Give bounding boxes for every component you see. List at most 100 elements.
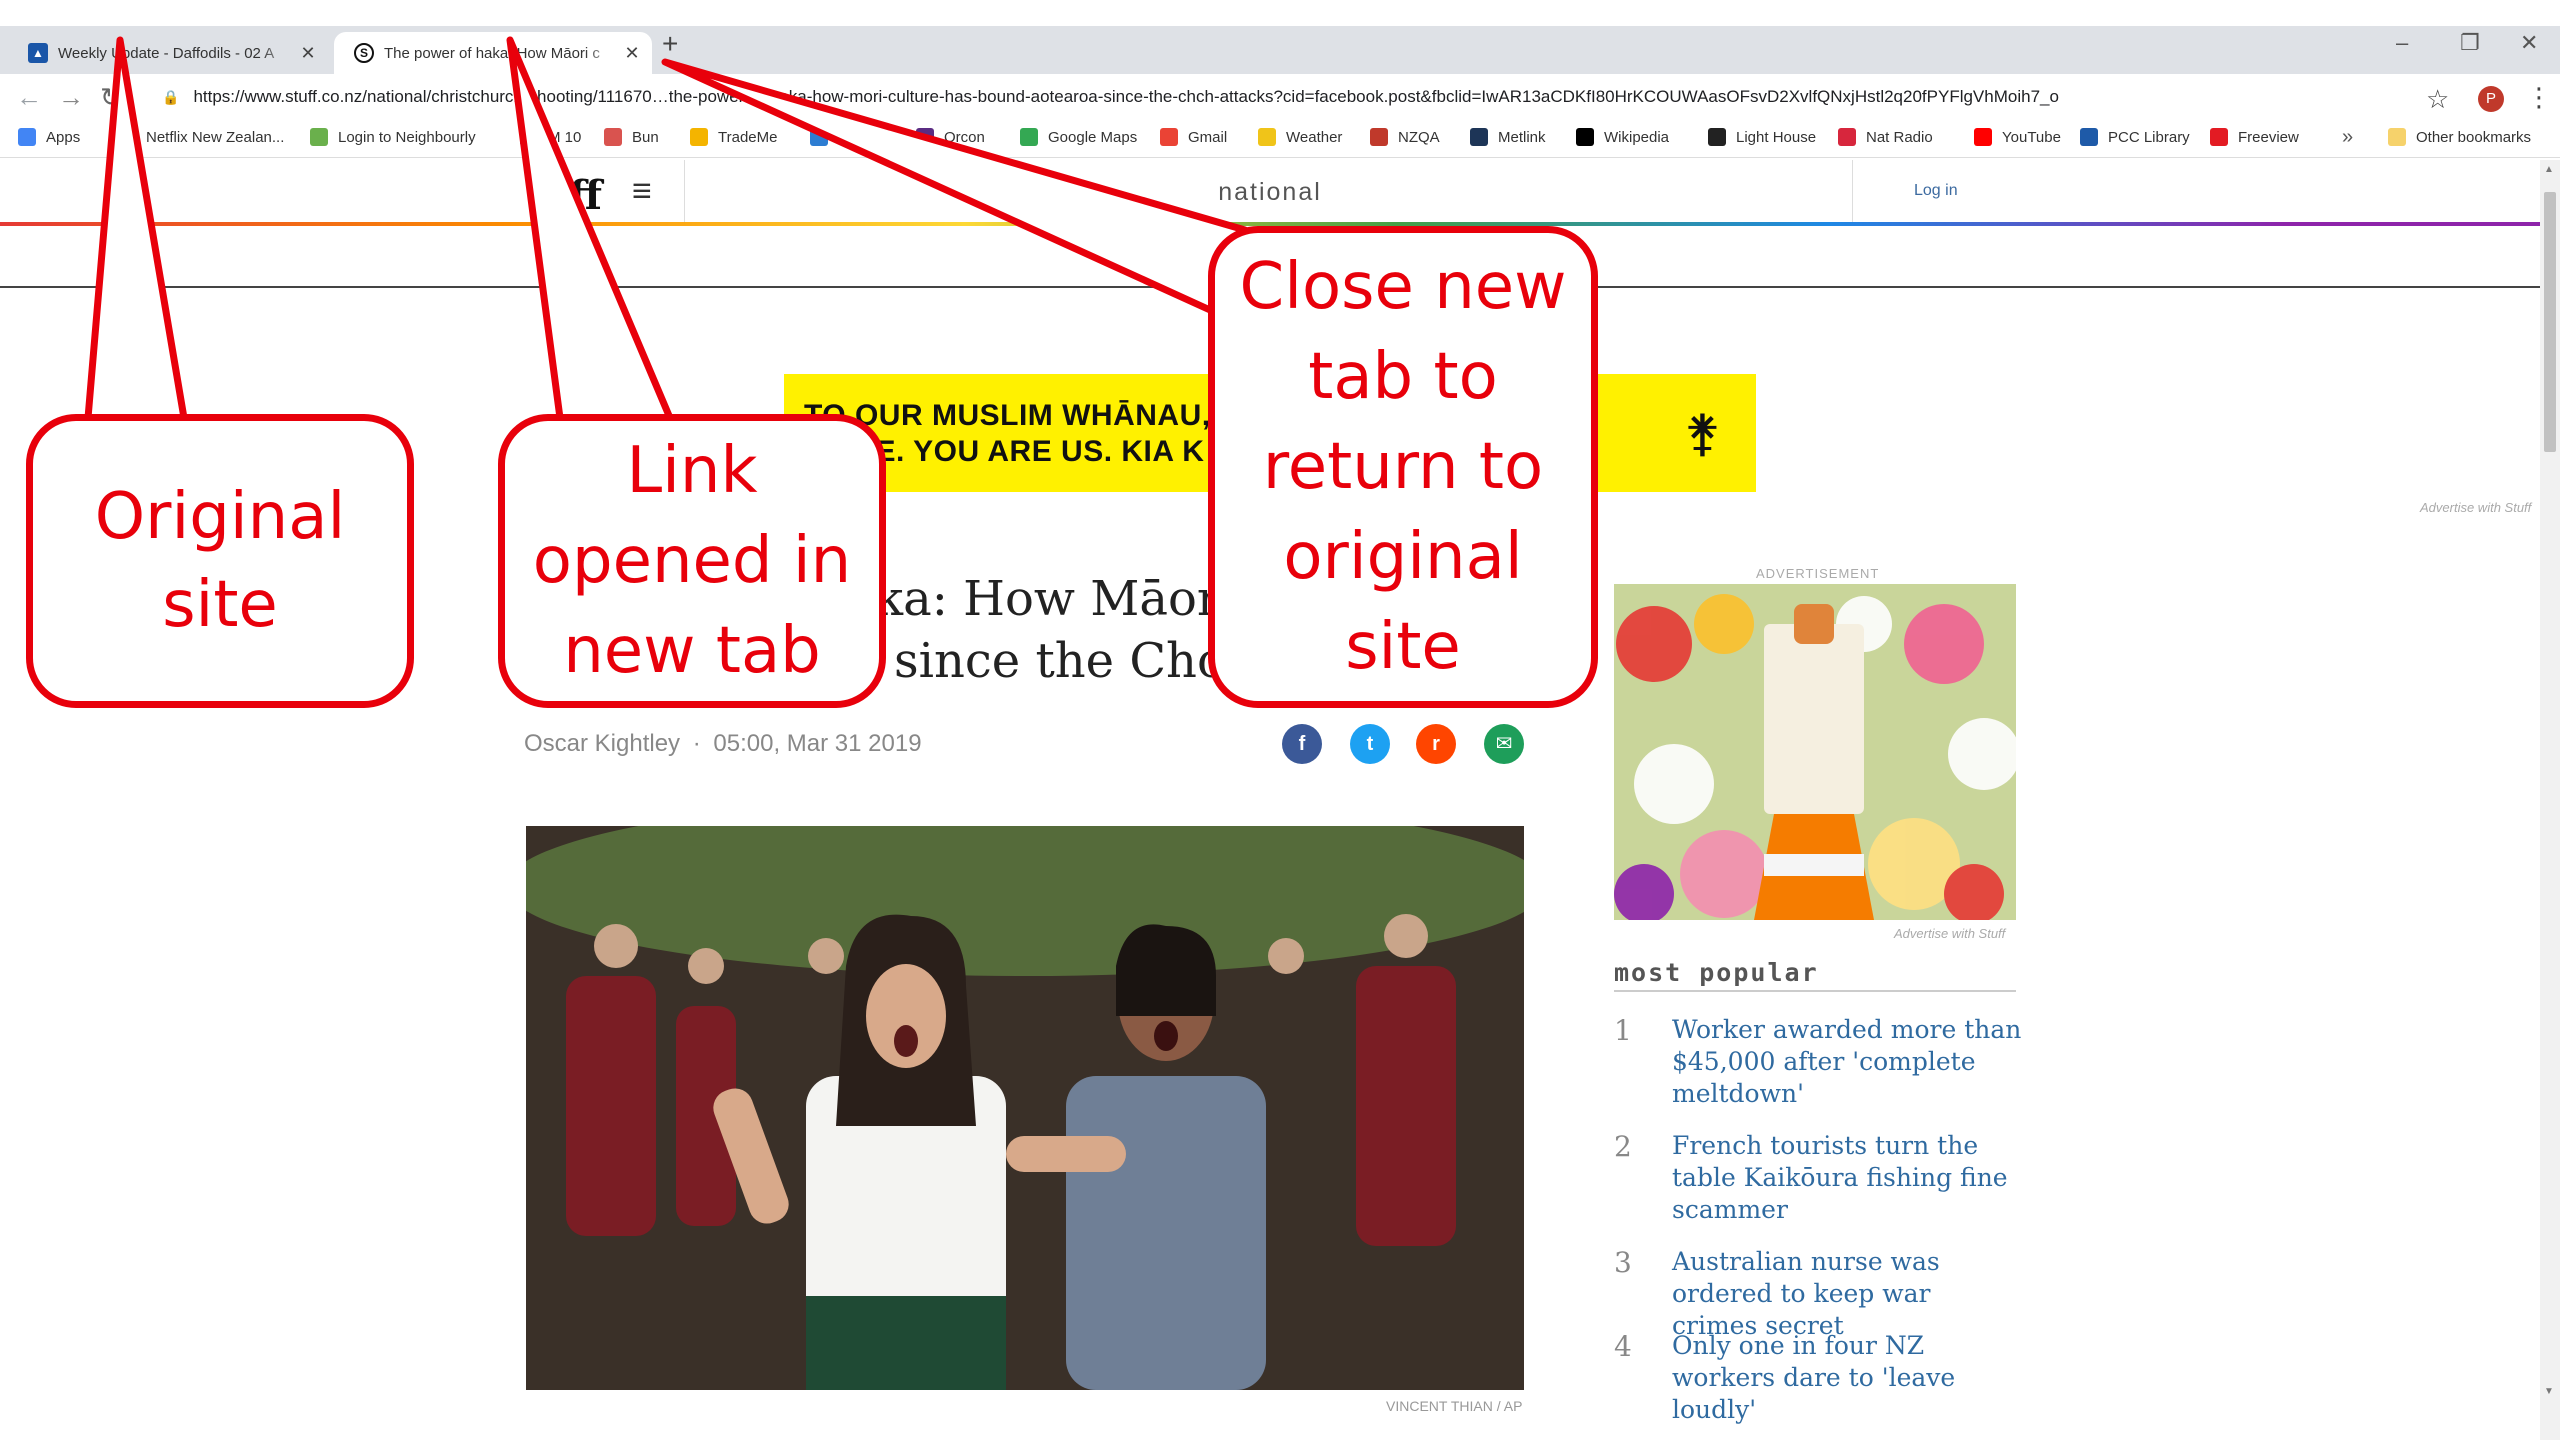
facebook-share-icon[interactable]: f xyxy=(1282,724,1322,764)
rank-number: 4 xyxy=(1614,1330,1632,1363)
bookmark-item[interactable]: Bun xyxy=(604,128,659,146)
haka-photo xyxy=(526,826,1524,1390)
bookmark-item[interactable]: PriceSpy xyxy=(810,128,898,146)
bookmark-label: Weather xyxy=(1286,128,1343,146)
close-window-button[interactable]: ✕ xyxy=(2520,30,2538,56)
rank-number: 2 xyxy=(1614,1130,1632,1163)
lock-icon: 🔒 xyxy=(162,88,180,105)
close-tab-icon[interactable]: ✕ xyxy=(296,43,320,64)
bookmark-item[interactable]: PCC Library xyxy=(2080,128,2190,146)
login-link[interactable]: Log in xyxy=(1914,182,1958,200)
bookmark-item[interactable]: Google Maps xyxy=(1020,128,1137,146)
bookmark-item[interactable]: M 10 xyxy=(520,128,581,146)
bookmark-label: Orcon xyxy=(944,128,985,146)
other-bookmarks[interactable]: Other bookmarks xyxy=(2388,128,2531,146)
bookmark-label: TradeMe xyxy=(718,128,778,146)
browser-toolbar: ← → ↻ 🔒 https://www.stuff.co.nz/national… xyxy=(0,74,2560,120)
folder-icon xyxy=(2388,128,2406,146)
bookmark-item[interactable]: Metlink xyxy=(1470,128,1546,146)
bookmark-label: PriceSpy xyxy=(838,128,899,146)
tab-power-of-haka[interactable]: S The power of haka: How Māori c ✕ xyxy=(334,32,652,74)
back-arrow-icon[interactable]: ← xyxy=(16,82,42,113)
flowers-memorial-photo xyxy=(1614,584,2016,920)
callout-link-opened: Link opened in new tab xyxy=(498,414,886,708)
bookmark-item[interactable]: Gmail xyxy=(1160,128,1227,146)
hamburger-menu-icon[interactable]: ≡ xyxy=(632,172,652,211)
stuff-logo[interactable]: uff xyxy=(540,172,602,219)
bookmarks-overflow-icon[interactable]: » xyxy=(2342,126,2353,149)
rank-number: 1 xyxy=(1614,1014,1632,1047)
callout-close-tab: Close new tab to return to original site xyxy=(1208,226,1598,708)
story-link[interactable]: Only one in four NZ workers dare to 'lea… xyxy=(1672,1330,2022,1426)
page-scrollbar[interactable]: ▲ ▼ xyxy=(2540,160,2560,1440)
bookmark-label: YouTube xyxy=(2002,128,2061,146)
story-link[interactable]: Worker awarded more than $45,000 after '… xyxy=(1672,1014,2022,1110)
bookmark-item[interactable]: Login to Neighbourly xyxy=(310,128,476,146)
menu-dots-icon[interactable]: ⋮ xyxy=(2526,82,2552,113)
callout-text: Original site xyxy=(94,480,346,642)
scroll-up-arrow-icon[interactable]: ▲ xyxy=(2544,164,2554,175)
bookmark-favicon-icon xyxy=(1258,128,1276,146)
advertise-with-stuff-link[interactable]: Advertise with Stuff xyxy=(2420,500,2531,515)
tab-title: The power of haka: How Māori c xyxy=(384,44,600,62)
restore-button[interactable]: ❐ xyxy=(2460,30,2480,56)
bookmark-item[interactable]: NZQA xyxy=(1370,128,1440,146)
bookmark-label: Apps xyxy=(46,128,81,146)
forward-arrow-icon[interactable]: → xyxy=(58,82,84,113)
bookmark-favicon-icon xyxy=(604,128,622,146)
tab-weekly-update[interactable]: ▲ Weekly Update - Daffodils - 02 A ✕ xyxy=(18,32,328,74)
bookmark-item[interactable]: Freeview xyxy=(2210,128,2299,146)
bookmark-item[interactable]: YouTube xyxy=(1974,128,2061,146)
bookmark-favicon-icon xyxy=(2210,128,2228,146)
bookmark-item[interactable]: Light House xyxy=(1708,128,1816,146)
tab-title: Weekly Update - Daffodils - 02 A xyxy=(58,44,275,62)
bookmark-item[interactable]: Netflix New Zealan... xyxy=(118,128,284,146)
advertise-with-stuff-link[interactable]: Advertise with Stuff xyxy=(1894,926,2005,941)
bookmark-item[interactable]: Apps xyxy=(18,128,80,146)
stuff-s-icon: S xyxy=(354,43,374,63)
story-link[interactable]: Australian nurse was ordered to keep war… xyxy=(1672,1246,2022,1342)
bookmark-favicon-icon xyxy=(310,128,328,146)
most-popular-heading: most popular xyxy=(1614,958,1819,987)
bookmark-item[interactable]: Nat Radio xyxy=(1838,128,1933,146)
bookmark-favicon-icon xyxy=(916,128,934,146)
bookmark-label: Login to Neighbourly xyxy=(338,128,476,146)
twitter-share-icon[interactable]: t xyxy=(1350,724,1390,764)
site-header: uff ≡ national Log in xyxy=(0,160,2560,224)
sidebar-ad-image[interactable] xyxy=(1614,584,2016,920)
new-tab-button[interactable]: + xyxy=(662,28,678,60)
bookmark-favicon-icon xyxy=(1470,128,1488,146)
bookmark-item[interactable]: Orcon xyxy=(916,128,985,146)
reload-icon[interactable]: ↻ xyxy=(100,82,122,113)
tab-strip: ▲ Weekly Update - Daffodils - 02 A ✕ S T… xyxy=(0,26,2560,74)
profile-avatar[interactable]: P xyxy=(2478,86,2504,112)
bookmark-item[interactable]: Weather xyxy=(1258,128,1342,146)
bookmark-favicon-icon xyxy=(520,128,538,146)
author-name[interactable]: Oscar Kightley xyxy=(524,730,680,757)
callout-original-site: Original site xyxy=(26,414,414,708)
section-title[interactable]: national xyxy=(1140,178,1400,207)
email-share-icon[interactable]: ✉ xyxy=(1484,724,1524,764)
rank-number: 3 xyxy=(1614,1246,1632,1279)
publish-date: 05:00, Mar 31 2019 xyxy=(713,730,922,757)
bookmark-item[interactable]: Wikipedia xyxy=(1576,128,1669,146)
story-link[interactable]: French tourists turn the table Kaikōura … xyxy=(1672,1130,2022,1226)
reddit-share-icon[interactable]: r xyxy=(1416,724,1456,764)
byline: Oscar Kightley · 05:00, Mar 31 2019 xyxy=(524,730,922,758)
bookmarks-bar: Apps Netflix New Zealan... Login to Neighb… xyxy=(0,120,2560,158)
address-bar[interactable]: 🔒 https://www.stuff.co.nz/national/chris… xyxy=(150,78,2410,116)
bookmark-star-icon[interactable]: ☆ xyxy=(2426,84,2449,115)
bookmark-label: Bun xyxy=(632,128,659,146)
bookmark-item[interactable]: TradeMe xyxy=(690,128,777,146)
bookmark-favicon-icon xyxy=(18,128,36,146)
bookmark-favicon-icon xyxy=(2080,128,2098,146)
bookmark-label: Wikipedia xyxy=(1604,128,1670,146)
minimize-button[interactable]: – xyxy=(2396,30,2408,56)
bookmark-favicon-icon xyxy=(118,128,136,146)
scroll-down-arrow-icon[interactable]: ▼ xyxy=(2544,1386,2554,1397)
bookmark-favicon-icon xyxy=(1370,128,1388,146)
article-hero-image xyxy=(526,826,1524,1390)
scroll-thumb[interactable] xyxy=(2544,192,2556,452)
close-tab-icon[interactable]: ✕ xyxy=(620,43,644,64)
callout-text: Close new tab to return to original site xyxy=(1239,250,1567,684)
